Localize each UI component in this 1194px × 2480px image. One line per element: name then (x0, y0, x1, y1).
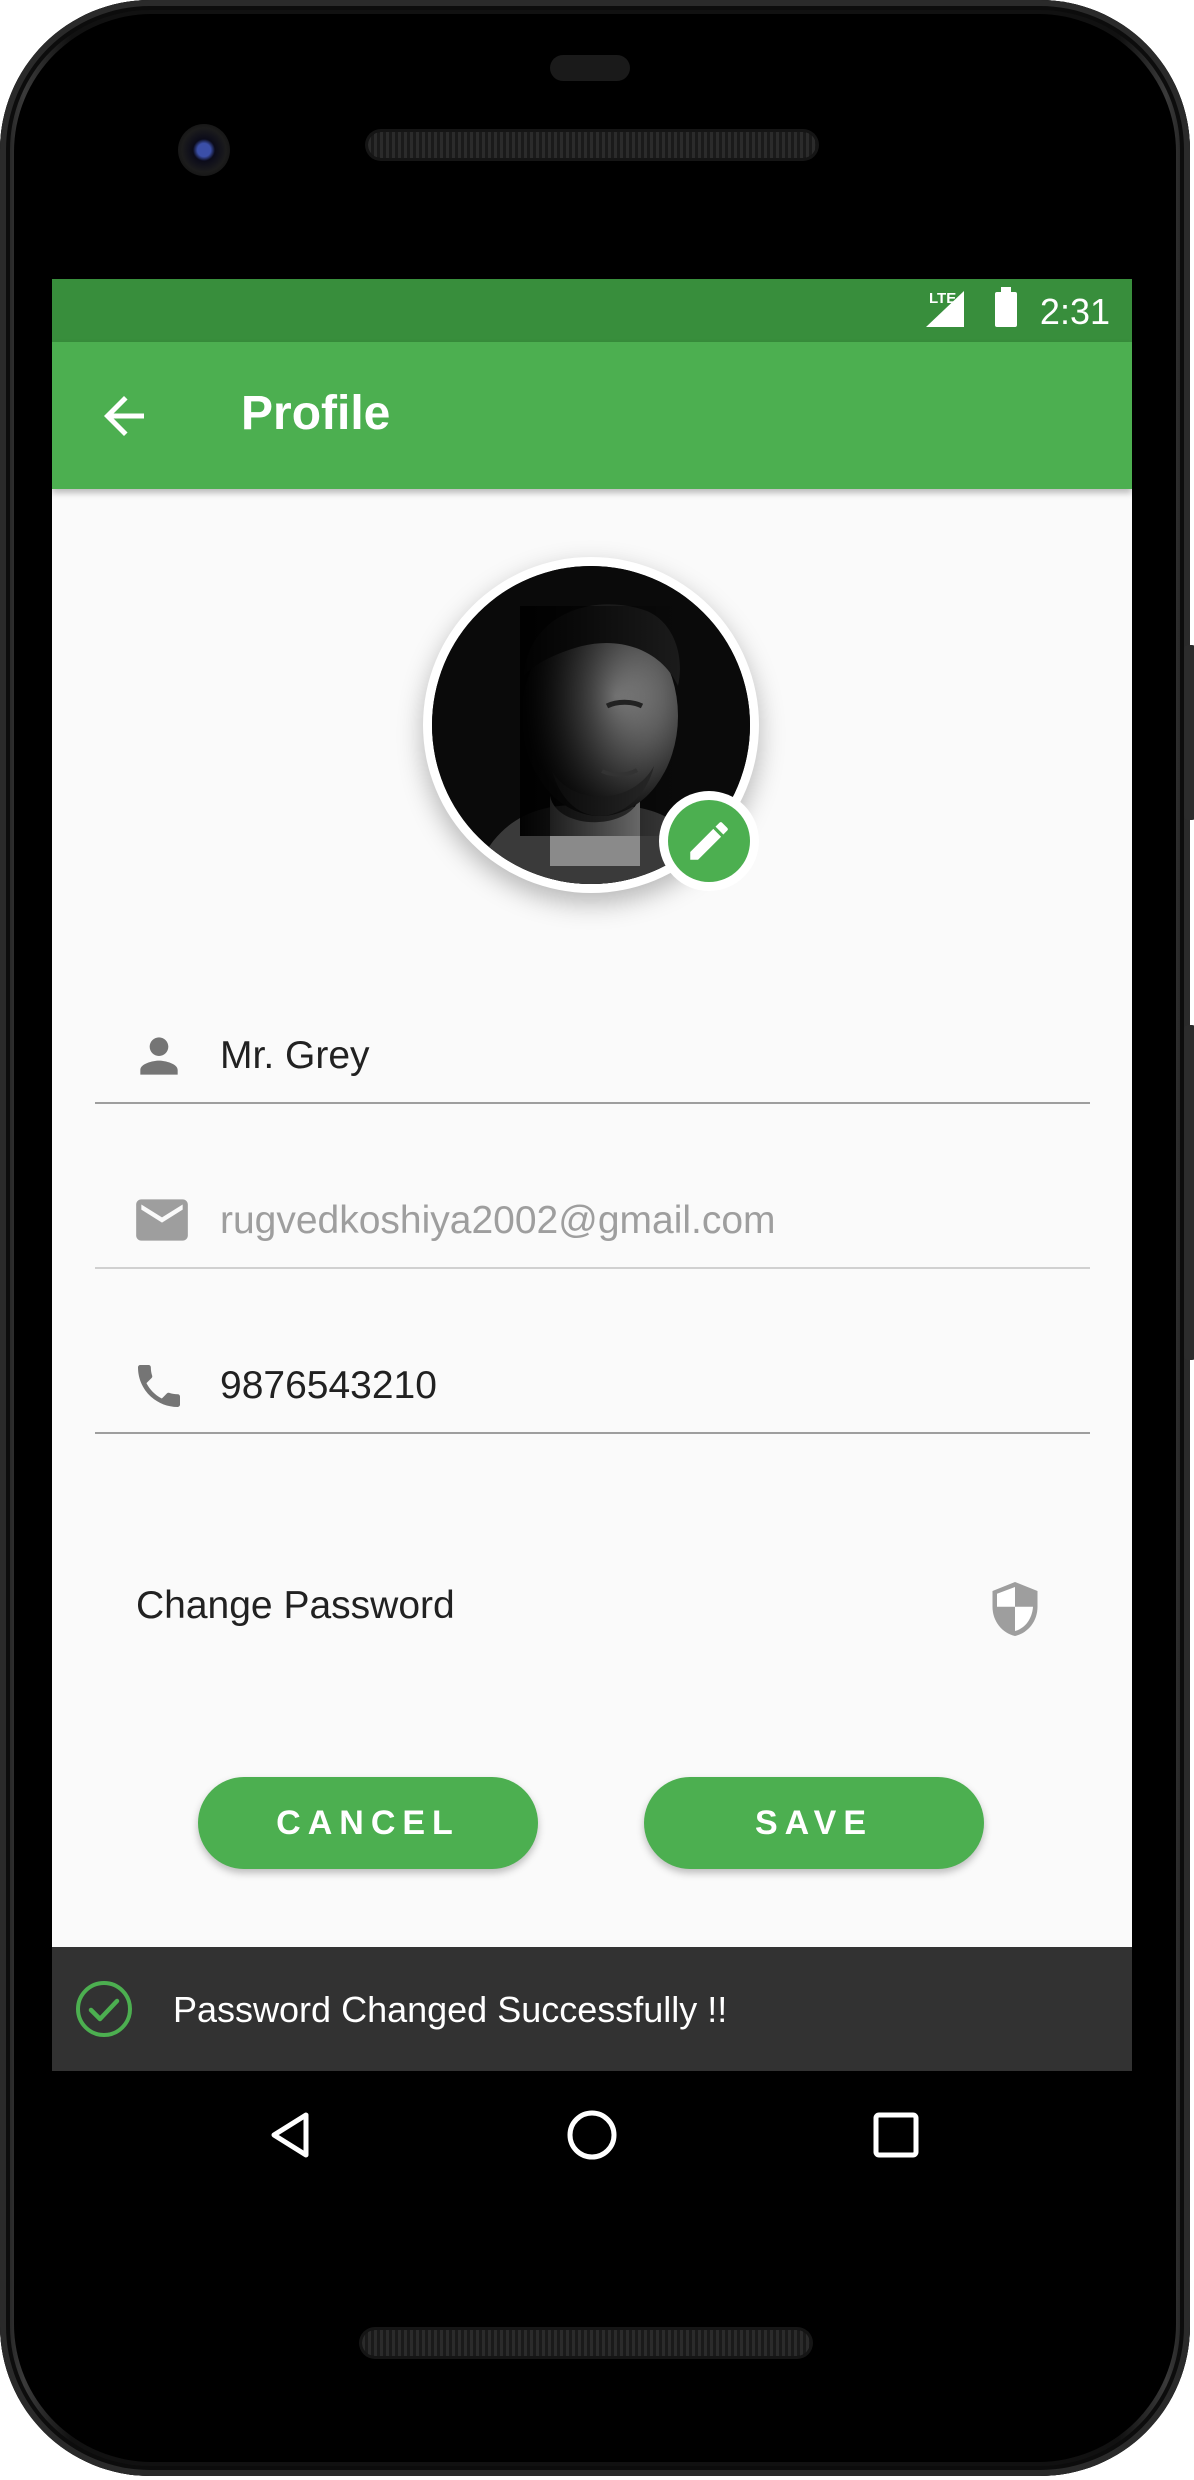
edit-avatar-button[interactable] (659, 791, 759, 891)
recents-square-icon[interactable] (866, 2105, 926, 2165)
change-password-link[interactable]: Change Password (136, 1584, 455, 1628)
power-button (1184, 645, 1194, 820)
snackbar-message: Password Changed Successfully !! (173, 1989, 728, 2030)
email-input[interactable]: rugvedkoshiya2002@gmail.com (220, 1199, 776, 1243)
person-icon (140, 1037, 178, 1075)
save-button[interactable]: SAVE (644, 1777, 984, 1869)
email-field[interactable]: rugvedkoshiya2002@gmail.com (95, 1189, 1090, 1269)
email-underline (95, 1267, 1090, 1269)
top-speaker (368, 132, 816, 158)
phone-input[interactable]: 9876543210 (220, 1364, 437, 1408)
name-underline (95, 1102, 1090, 1104)
app-screen: LTE 2:31 Profile Mr. Grey rugvedkoshiya2… (52, 279, 1132, 2071)
system-nav-bar (52, 2071, 1132, 2201)
arrow-back-icon[interactable] (94, 386, 154, 446)
home-circle-icon[interactable] (562, 2105, 622, 2165)
front-camera (178, 124, 230, 176)
check-circle-icon (76, 1981, 132, 2037)
cancel-button[interactable]: CANCEL (198, 1777, 538, 1869)
pencil-icon (690, 822, 728, 860)
network-type-label: LTE (929, 290, 957, 307)
name-input[interactable]: Mr. Grey (220, 1034, 370, 1078)
bottom-speaker (362, 2330, 810, 2356)
status-bar: LTE 2:31 (52, 279, 1132, 342)
back-triangle-icon[interactable] (262, 2105, 322, 2165)
app-bar: Profile (52, 342, 1132, 489)
volume-button (1184, 1025, 1194, 1360)
snackbar: Password Changed Successfully !! (52, 1947, 1132, 2071)
phone-field[interactable]: 9876543210 (95, 1354, 1090, 1434)
shield-icon[interactable] (988, 1579, 1042, 1639)
status-time: 2:31 (1039, 291, 1110, 332)
name-field[interactable]: Mr. Grey (95, 1024, 1090, 1104)
phone-icon (138, 1365, 180, 1407)
phone-underline (95, 1432, 1090, 1434)
page-title: Profile (241, 387, 391, 440)
battery-icon (995, 287, 1017, 327)
email-icon (136, 1199, 188, 1241)
proximity-sensor (550, 55, 630, 81)
